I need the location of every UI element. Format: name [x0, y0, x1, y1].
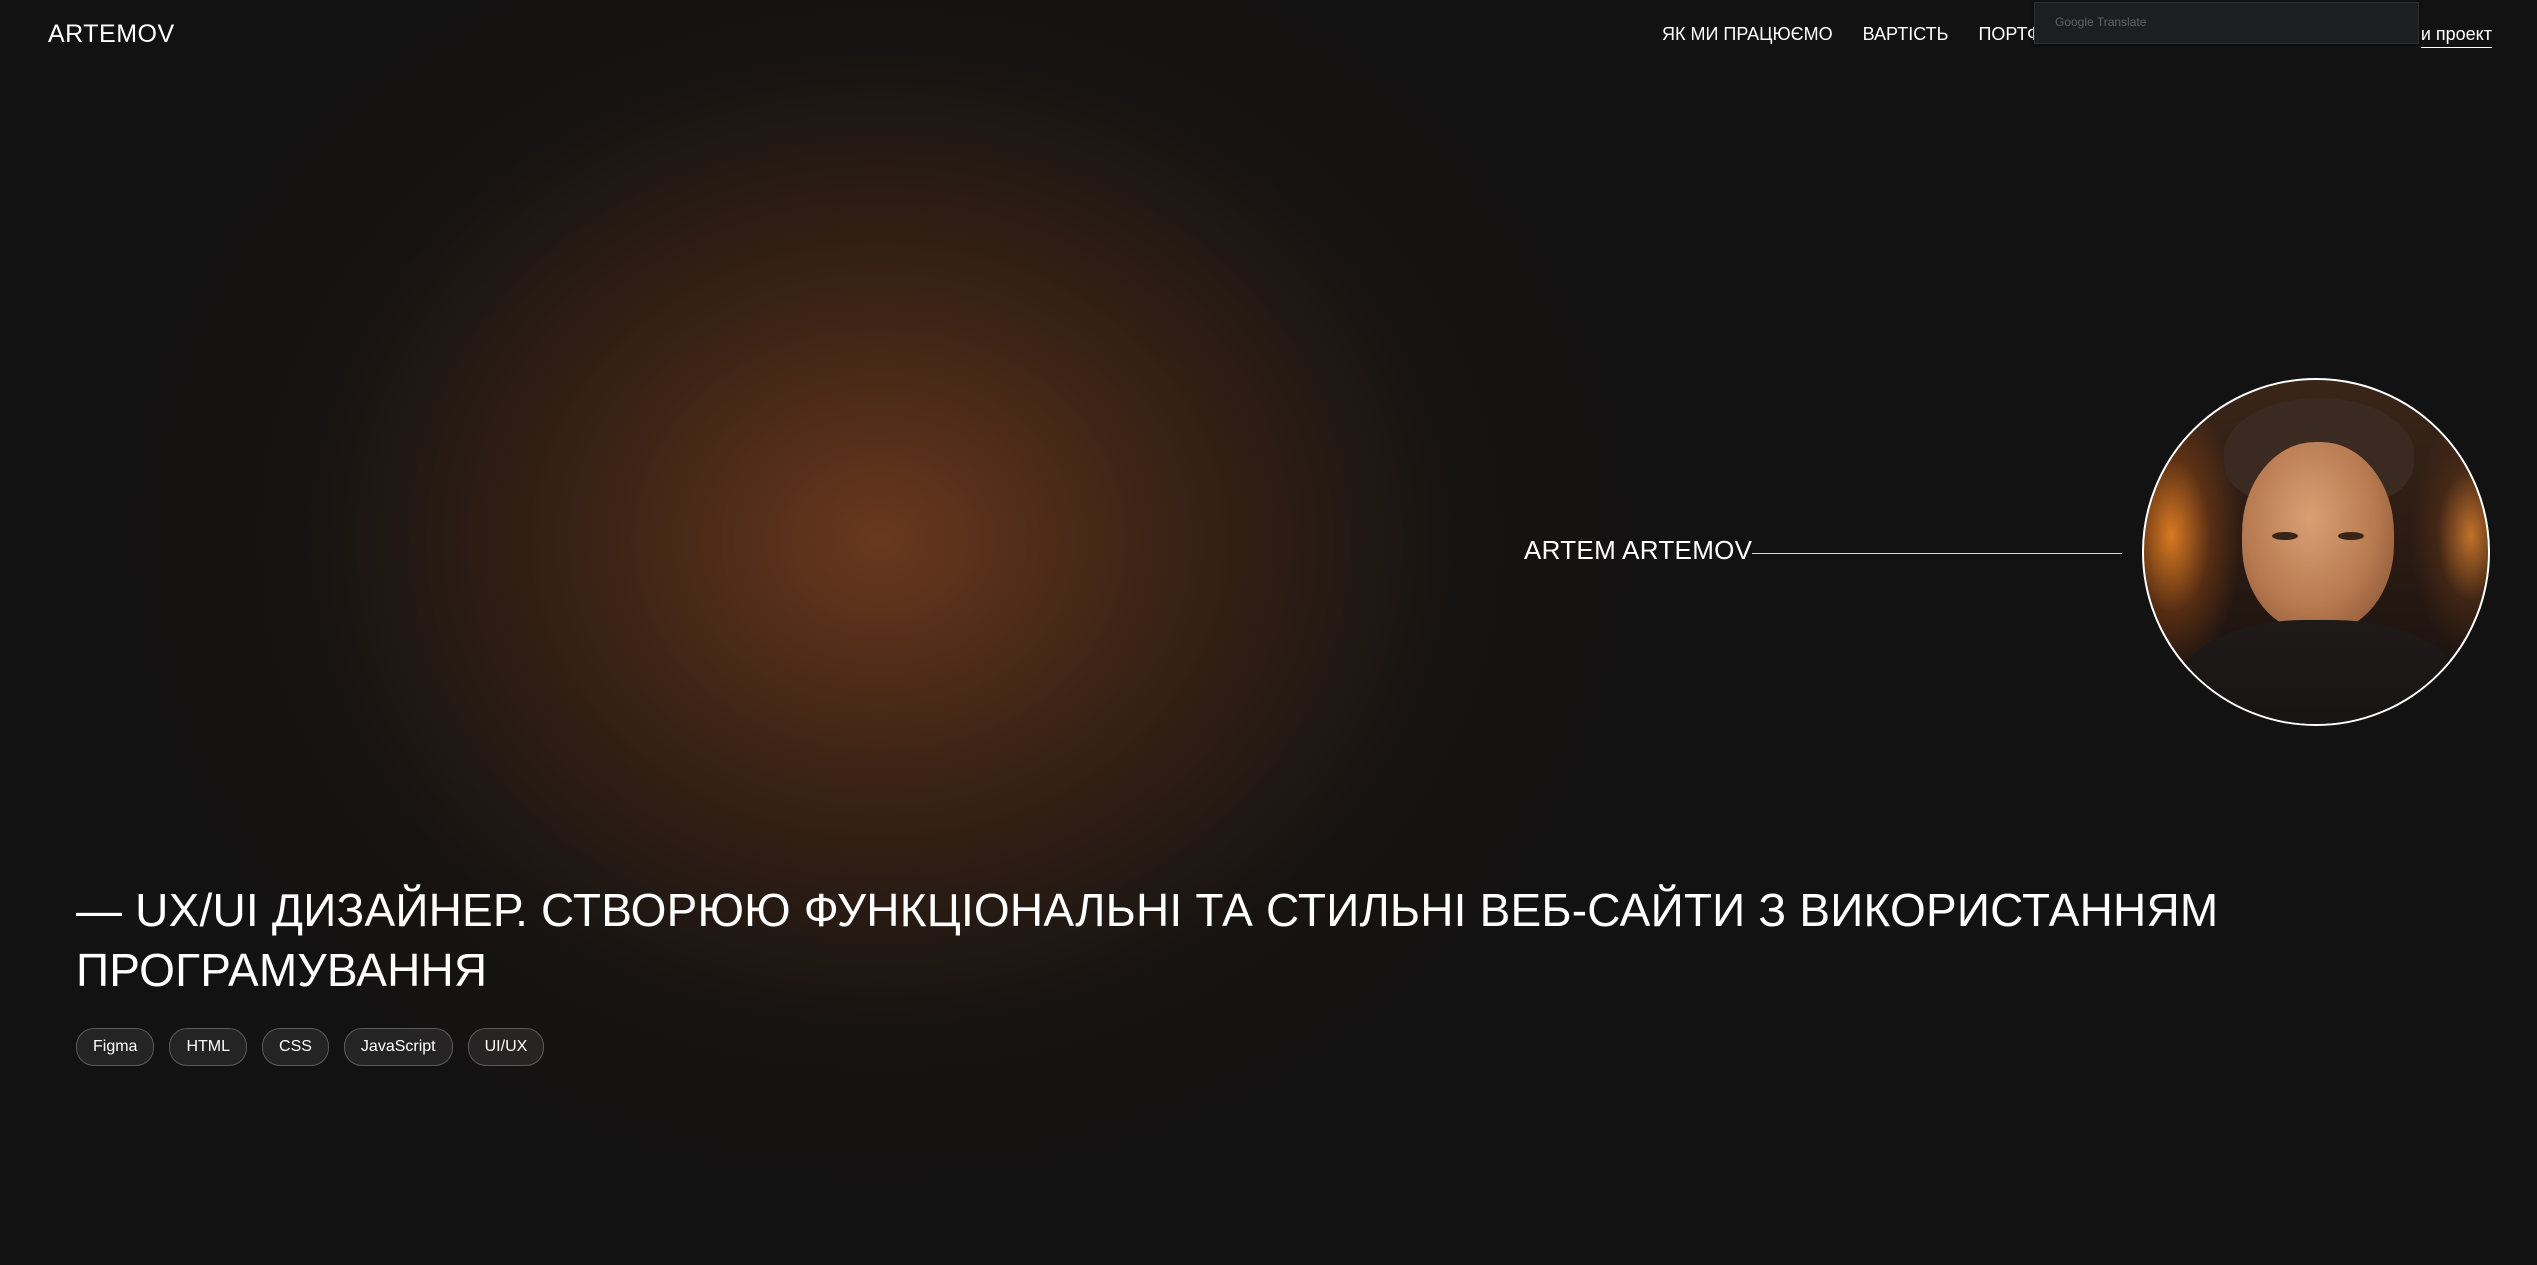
google-translate-label: Google Translate: [2055, 15, 2147, 29]
tag-javascript: JavaScript: [343, 1028, 453, 1066]
name-divider-line: [1752, 553, 2122, 554]
hero-page: ARTEMOV ЯК МИ ПРАЦЮЄМО ВАРТІСТЬ ПОРТФОЛ …: [0, 0, 2537, 1265]
tag-html: HTML: [169, 1028, 248, 1066]
site-logo[interactable]: ARTEMOV: [48, 20, 175, 49]
tag-ui-ux: UI/UX: [467, 1028, 545, 1066]
google-translate-bar[interactable]: Google Translate: [2034, 2, 2419, 44]
discuss-project-link[interactable]: и проект: [2420, 24, 2492, 48]
tag-css: CSS: [262, 1028, 329, 1066]
hero-headline: — UX/UI ДИЗАЙНЕР. СТВОРЮЮ ФУНКЦІОНАЛЬНІ …: [76, 884, 2219, 996]
avatar-sweater: [2174, 620, 2464, 724]
main-nav: ЯК МИ ПРАЦЮЄМО ВАРТІСТЬ ПОРТФОЛ: [1662, 24, 2066, 45]
tag-figma: Figma: [76, 1028, 155, 1066]
author-name: ARTEM ARTEMOV: [1524, 535, 1753, 565]
avatar-eye-right: [2338, 532, 2364, 540]
avatar-eye-left: [2272, 532, 2298, 540]
avatar: [2142, 378, 2490, 726]
skill-tags: Figma HTML CSS JavaScript UI/UX: [76, 1028, 545, 1066]
nav-item-how-we-work[interactable]: ЯК МИ ПРАЦЮЄМО: [1662, 24, 1833, 45]
nav-item-pricing[interactable]: ВАРТІСТЬ: [1863, 24, 1949, 45]
avatar-face: [2242, 442, 2394, 632]
